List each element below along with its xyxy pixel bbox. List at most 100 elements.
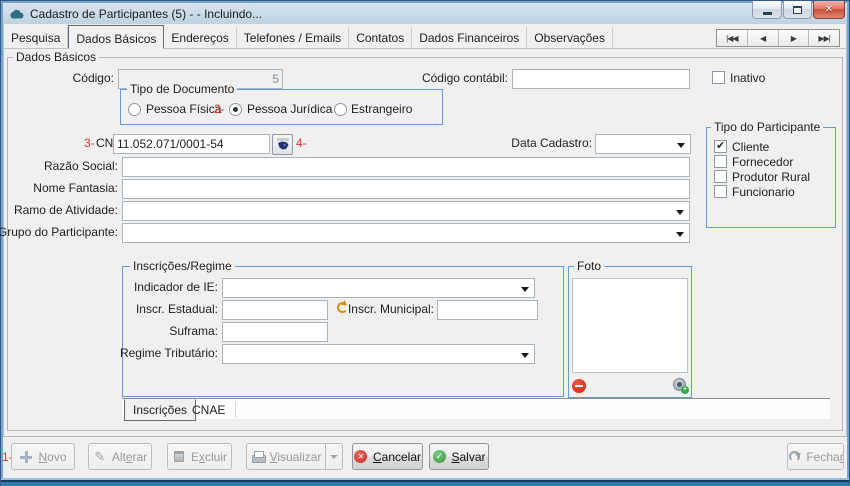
alterar-button[interactable]: ✎ Alterar: [88, 443, 152, 470]
remove-photo-icon[interactable]: [572, 379, 586, 393]
maximize-button[interactable]: [783, 1, 812, 19]
cnpj-receita-lookup-button[interactable]: [272, 134, 293, 155]
tipo-participante-legend: Tipo do Participante: [711, 121, 823, 134]
dados-basicos-legend: Dados Básicos: [13, 51, 99, 64]
inscr-estadual-label: Inscr. Estadual:: [136, 302, 218, 317]
visualizar-dropdown-button[interactable]: [326, 443, 343, 470]
codigo-contabil-field[interactable]: [512, 69, 690, 89]
codigo-contabil-label: Código contábil:: [422, 71, 508, 86]
funcionario-checkbox[interactable]: [714, 185, 727, 198]
suframa-field[interactable]: [222, 322, 328, 342]
tab-dados-basicos[interactable]: Dados Básicos: [68, 25, 164, 49]
minimize-icon: [763, 12, 772, 15]
cliente-label[interactable]: Cliente: [732, 140, 769, 155]
inscricoes-regime-legend: Inscrições/Regime: [130, 260, 235, 273]
window-bottom-edge: [1, 478, 849, 486]
inscr-estadual-field[interactable]: [222, 300, 328, 320]
record-navigator: |◀◀ ◀ ▶ ▶▶|: [716, 29, 840, 47]
codigo-label: Código:: [73, 71, 114, 86]
produtor-rural-checkbox[interactable]: [714, 170, 727, 183]
printer-icon: [251, 450, 265, 464]
chevron-down-icon[interactable]: [677, 143, 685, 152]
chevron-down-icon: [330, 455, 338, 463]
chevron-down-icon[interactable]: [521, 287, 529, 296]
add-photo-webcam-icon[interactable]: [673, 378, 686, 391]
close-form-loop-icon: [787, 450, 801, 464]
ramo-atividade-label: Ramo de Atividade:: [14, 203, 118, 218]
sync-refresh-icon[interactable]: [337, 302, 348, 313]
sub-tab-strip: Inscrições CNAE: [122, 398, 830, 419]
regime-tributario-combobox[interactable]: [222, 344, 535, 364]
app-cloud-icon: [9, 9, 24, 19]
save-green-check-icon: ✓: [432, 450, 446, 464]
close-button[interactable]: ✕: [813, 1, 845, 19]
nome-fantasia-label: Nome Fantasia:: [33, 181, 118, 196]
cancel-red-x-icon: ✕: [354, 450, 368, 464]
radio-pessoa-fisica[interactable]: [128, 103, 141, 116]
excluir-button[interactable]: Excluir: [167, 443, 232, 470]
nav-last-button[interactable]: ▶▶|: [809, 30, 839, 46]
foto-legend: Foto: [574, 260, 604, 273]
annotation-4: 4-: [296, 136, 307, 150]
razao-social-field[interactable]: [122, 157, 690, 177]
subtab-inscricoes[interactable]: Inscrições: [124, 399, 196, 421]
nav-next-button[interactable]: ▶: [779, 30, 810, 46]
chevron-down-icon[interactable]: [676, 210, 684, 219]
trash-icon: [172, 450, 186, 464]
nav-prev-button[interactable]: ◀: [748, 30, 779, 46]
window-title: Cadastro de Participantes (5) - - Inclui…: [30, 7, 262, 21]
inscr-municipal-label: Inscr. Municipal:: [348, 302, 434, 317]
tab-observacoes[interactable]: Observações: [527, 27, 613, 48]
grupo-participante-combobox[interactable]: [122, 223, 690, 243]
tab-contatos[interactable]: Contatos: [349, 27, 412, 48]
annotation-2: 2-: [214, 102, 225, 116]
data-cadastro-combobox[interactable]: [595, 134, 691, 154]
indicador-ie-label: Indicador de IE:: [134, 280, 218, 295]
radio-pessoa-juridica-label[interactable]: Pessoa Jurídica: [247, 102, 332, 117]
produtor-rural-label[interactable]: Produtor Rural: [732, 170, 810, 185]
tipo-documento-legend: Tipo de Documento: [127, 83, 237, 96]
tab-enderecos[interactable]: Endereços: [164, 27, 236, 48]
tab-telefones-emails[interactable]: Telefones / Emails: [237, 27, 349, 48]
annotation-3: 3-: [84, 136, 95, 150]
subtab-cnae[interactable]: CNAE: [192, 402, 236, 418]
fornecedor-label[interactable]: Fornecedor: [732, 155, 793, 170]
radio-pessoa-juridica[interactable]: [229, 103, 242, 116]
chevron-down-icon[interactable]: [521, 353, 529, 362]
nav-first-button[interactable]: |◀◀: [717, 30, 748, 46]
edit-pencil-icon: ✎: [93, 450, 107, 464]
ramo-atividade-combobox[interactable]: [122, 201, 690, 221]
app-window: Cadastro de Participantes (5) - - Inclui…: [0, 0, 850, 486]
title-bar[interactable]: Cadastro de Participantes (5) - - Inclui…: [3, 3, 847, 24]
inscr-municipal-field[interactable]: [437, 300, 538, 320]
fornecedor-checkbox[interactable]: [714, 155, 727, 168]
cancelar-button[interactable]: ✕ Cancelar: [352, 443, 423, 470]
inativo-checkbox[interactable]: [712, 71, 725, 84]
fechar-button[interactable]: Fechar: [787, 443, 844, 470]
data-cadastro-label: Data Cadastro:: [511, 136, 592, 151]
razao-social-label: Razão Social:: [44, 159, 118, 174]
plus-icon: [19, 450, 33, 464]
tab-pesquisa[interactable]: Pesquisa: [4, 27, 68, 48]
maximize-icon: [793, 6, 802, 14]
minimize-button[interactable]: [752, 1, 782, 19]
inativo-label: Inativo: [730, 71, 765, 86]
close-icon: ✕: [825, 5, 833, 15]
cnpj-field[interactable]: 11.052.071/0001-54: [113, 134, 270, 154]
radio-estrangeiro-label[interactable]: Estrangeiro: [351, 102, 412, 117]
novo-button[interactable]: Novo: [11, 443, 75, 470]
suframa-label: Suframa:: [169, 324, 218, 339]
foto-preview: [572, 278, 688, 373]
salvar-button[interactable]: ✓ Salvar: [429, 443, 489, 470]
regime-tributario-label: Regime Tributário:: [120, 346, 218, 361]
cliente-checkbox[interactable]: [714, 140, 727, 153]
radio-estrangeiro[interactable]: [334, 103, 347, 116]
tab-dados-financeiros[interactable]: Dados Financeiros: [412, 27, 527, 48]
visualizar-button[interactable]: Visualizar: [246, 443, 326, 470]
nome-fantasia-field[interactable]: [122, 179, 690, 199]
indicador-ie-combobox[interactable]: [222, 278, 535, 298]
funcionario-label[interactable]: Funcionario: [732, 185, 795, 200]
grupo-participante-label: Grupo do Participante:: [0, 225, 118, 240]
radio-pessoa-fisica-label[interactable]: Pessoa Física: [146, 102, 221, 117]
chevron-down-icon[interactable]: [676, 232, 684, 241]
